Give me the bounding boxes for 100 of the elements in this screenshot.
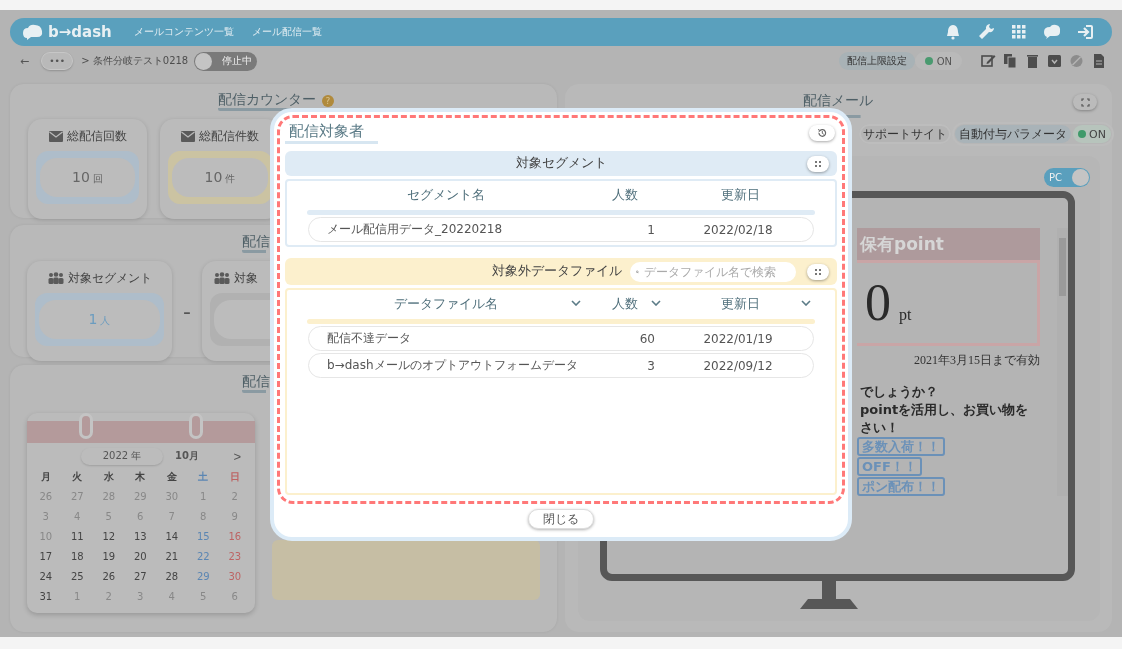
calendar-day[interactable]: 18 [61, 547, 93, 567]
table-cell-text: 60 [638, 331, 656, 346]
calendar-day[interactable]: 25 [61, 567, 93, 587]
fullscreen-button[interactable] [1073, 94, 1097, 110]
calendar-day[interactable]: 16 [219, 527, 251, 547]
help-icon: ? [322, 95, 334, 107]
message-text: さい！ [859, 419, 900, 437]
link-button[interactable]: OFF！！ [857, 457, 922, 476]
mail-icon [48, 130, 63, 142]
search-field[interactable]: データファイル名で検索 [630, 261, 796, 282]
calendar-day[interactable]: 21 [156, 547, 188, 567]
weekday-label: 水 [102, 470, 115, 484]
archive-icon[interactable] [1047, 53, 1062, 69]
limit-settings-button[interactable]: 配信上限設定 [838, 52, 915, 70]
weekday-label: 月 [39, 470, 52, 484]
calendar-day[interactable]: 28 [156, 567, 188, 587]
calendar-day[interactable]: 17 [30, 547, 62, 567]
bell-icon[interactable] [944, 23, 962, 41]
chevron-down-icon[interactable] [571, 300, 581, 306]
trash-icon[interactable] [1025, 53, 1040, 69]
table-row[interactable]: 配信不達データ 60 2022/01/19 [308, 326, 814, 351]
table-cell-text: 2022/01/19 [702, 331, 774, 346]
points-value: 0 [865, 273, 891, 333]
history-icon [817, 128, 827, 138]
month-label: 10月 [175, 449, 199, 463]
calendar-day[interactable]: 11 [61, 527, 93, 547]
parameter-button[interactable]: 自動付与パラメータ [955, 125, 1072, 143]
logo-text: b→dash [48, 23, 112, 41]
calendar-day[interactable]: 14 [156, 527, 188, 547]
column-header: 人数 [612, 296, 638, 313]
document-icon[interactable] [1091, 53, 1106, 69]
panel-title: 配信 [242, 233, 272, 253]
grid-icon[interactable] [1010, 23, 1028, 41]
on-toggle[interactable]: ON [1073, 125, 1111, 143]
more-button[interactable]: ••• [41, 52, 74, 70]
status-toggle[interactable]: 停止中 [194, 51, 258, 71]
calendar-day[interactable]: 26 [93, 567, 125, 587]
card-label: 総配信件数 [199, 127, 259, 145]
chat-cloud-icon[interactable] [1043, 23, 1061, 41]
support-site-button[interactable]: サポートサイト [859, 124, 952, 144]
nav-link[interactable]: メール配信一覧 [251, 25, 322, 39]
collapse-button[interactable] [807, 263, 829, 280]
table-row[interactable]: メール配信用データ_20220218 1 2022/02/18 [308, 217, 814, 242]
table-cell-text: 3 [646, 358, 656, 373]
chevron-down-icon[interactable] [801, 300, 811, 306]
calendar-day[interactable]: 19 [93, 547, 125, 567]
calendar-day[interactable]: 24 [30, 567, 62, 587]
card-label: 対象 [234, 269, 258, 287]
column-header: セグメント名 [407, 187, 485, 204]
column-header: 更新日 [720, 296, 760, 313]
table-cell-text: 2022/02/18 [702, 222, 774, 237]
stat-value: 10 件 [204, 169, 236, 186]
edit-icon[interactable] [981, 53, 996, 69]
calendar-day[interactable]: 30 [219, 567, 251, 587]
year-selector[interactable]: 2022 年 [81, 447, 163, 465]
column-header: 更新日 [720, 187, 760, 204]
close-button[interactable]: 閉じる [528, 509, 594, 529]
history-button[interactable] [809, 125, 835, 141]
chevron-down-icon[interactable] [651, 300, 661, 306]
panel-title: 配信 [242, 373, 272, 393]
dialog-title: 配信対象者 [285, 122, 378, 144]
weekday-label: 土 [197, 470, 210, 484]
calendar-day[interactable]: 31 [30, 587, 62, 607]
stat-value: 1 人 [88, 311, 111, 328]
weekday-label: 日 [228, 470, 241, 484]
calendar-day[interactable]: 23 [219, 547, 251, 567]
message-text: でしょうか？ [859, 383, 939, 401]
calendar-day[interactable]: 22 [187, 547, 219, 567]
column-header: 人数 [612, 187, 638, 204]
weekday-label: 火 [71, 470, 84, 484]
section-title: 対象外データファイル [492, 263, 622, 280]
link-button[interactable]: ポン配布！！ [857, 477, 945, 496]
on-toggle[interactable]: ON [914, 52, 962, 70]
card-label: 対象セグメント [67, 269, 152, 287]
speech-cloud-icon [22, 23, 44, 41]
people-icon [47, 272, 64, 284]
calendar-day[interactable]: 13 [124, 527, 156, 547]
nav-link[interactable]: メールコンテンツ一覧 [133, 25, 234, 39]
expand-icon [1080, 97, 1090, 107]
table-row[interactable]: b→dashメールのオプトアウトフォームデータ 3 2022/09/12 [308, 353, 814, 378]
calendar-day[interactable]: 29 [187, 567, 219, 587]
copy-icon[interactable] [1003, 53, 1018, 69]
calendar-day[interactable]: 20 [124, 547, 156, 567]
grid-dots-icon [814, 267, 822, 276]
calendar-day[interactable]: 15 [187, 527, 219, 547]
message-text: pointを活用し、お買い物を [859, 401, 1030, 419]
collapse-button[interactable] [807, 155, 829, 172]
table-cell-text: 2022/09/12 [702, 358, 774, 373]
sign-out-icon[interactable] [1076, 23, 1094, 41]
link-button[interactable]: 多数入荷！！ [857, 437, 945, 456]
grid-dots-icon [814, 159, 822, 168]
scrollbar[interactable] [1057, 228, 1068, 496]
device-toggle[interactable]: PC [1044, 168, 1090, 187]
back-button[interactable]: ← [20, 54, 30, 68]
minus-sign: - [182, 298, 192, 324]
calendar-day[interactable]: 27 [124, 567, 156, 587]
next-month-button[interactable]: > [233, 448, 241, 464]
wrench-icon[interactable] [977, 23, 995, 41]
table-cell-text: 配信不達データ [326, 330, 412, 347]
calendar-day[interactable]: 12 [93, 527, 125, 547]
